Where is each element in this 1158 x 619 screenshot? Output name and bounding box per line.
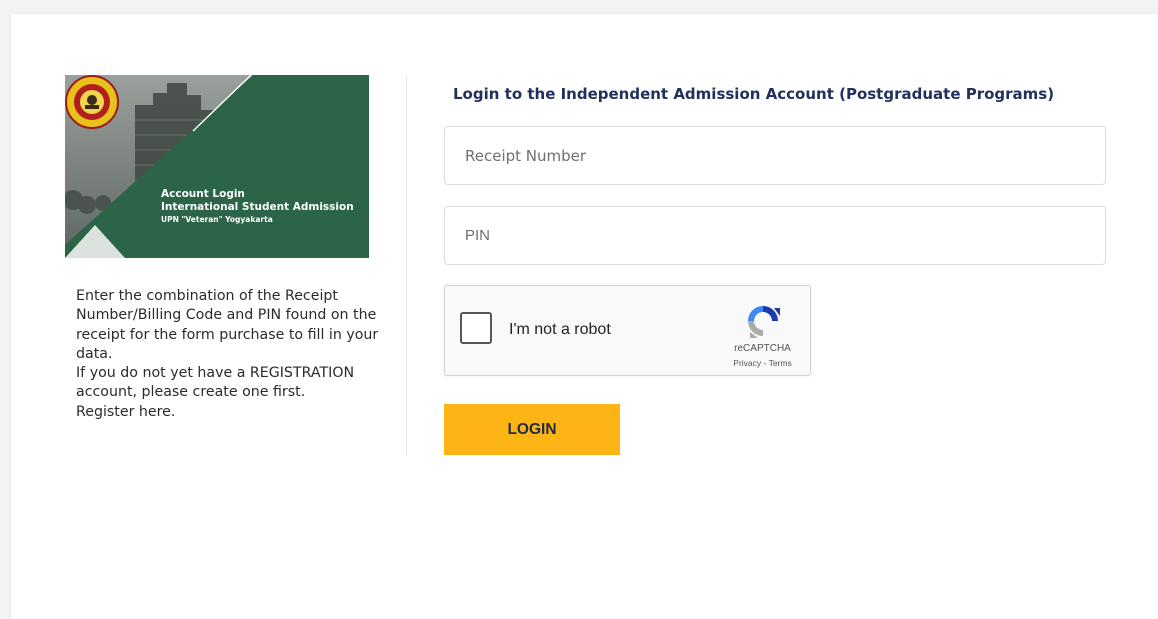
banner-subtitle: International Student Admission xyxy=(161,201,354,213)
recaptcha-checkbox[interactable] xyxy=(460,312,492,344)
form-title: Login to the Independent Admission Accou… xyxy=(453,85,1055,103)
recaptcha-widget: I'm not a robot reCAPTCHA Privacy - Term… xyxy=(444,285,811,376)
register-link[interactable]: Register here. xyxy=(76,403,386,422)
registration-note: If you do not yet have a REGISTRATION ac… xyxy=(76,365,355,401)
recaptcha-label: I'm not a robot xyxy=(509,321,611,338)
login-button[interactable]: LOGIN xyxy=(444,404,620,455)
receipt-number-input[interactable] xyxy=(444,126,1106,185)
banner-title: Account Login xyxy=(161,188,245,200)
recaptcha-privacy-terms[interactable]: Privacy - Terms xyxy=(715,358,810,368)
recaptcha-brand: reCAPTCHA xyxy=(734,343,791,354)
column-divider xyxy=(406,75,407,455)
pin-input[interactable] xyxy=(444,206,1106,265)
banner-university: UPN "Veteran" Yogyakarta xyxy=(161,215,273,224)
recaptcha-logo-icon xyxy=(748,306,780,338)
login-instructions: Enter the combination of the Receipt Num… xyxy=(76,287,386,422)
banner-caption: Account Login International Student Admi… xyxy=(161,188,354,226)
instruction-text: Enter the combination of the Receipt Num… xyxy=(76,288,379,362)
university-seal-icon xyxy=(65,75,119,129)
login-banner: Account Login International Student Admi… xyxy=(65,75,369,258)
